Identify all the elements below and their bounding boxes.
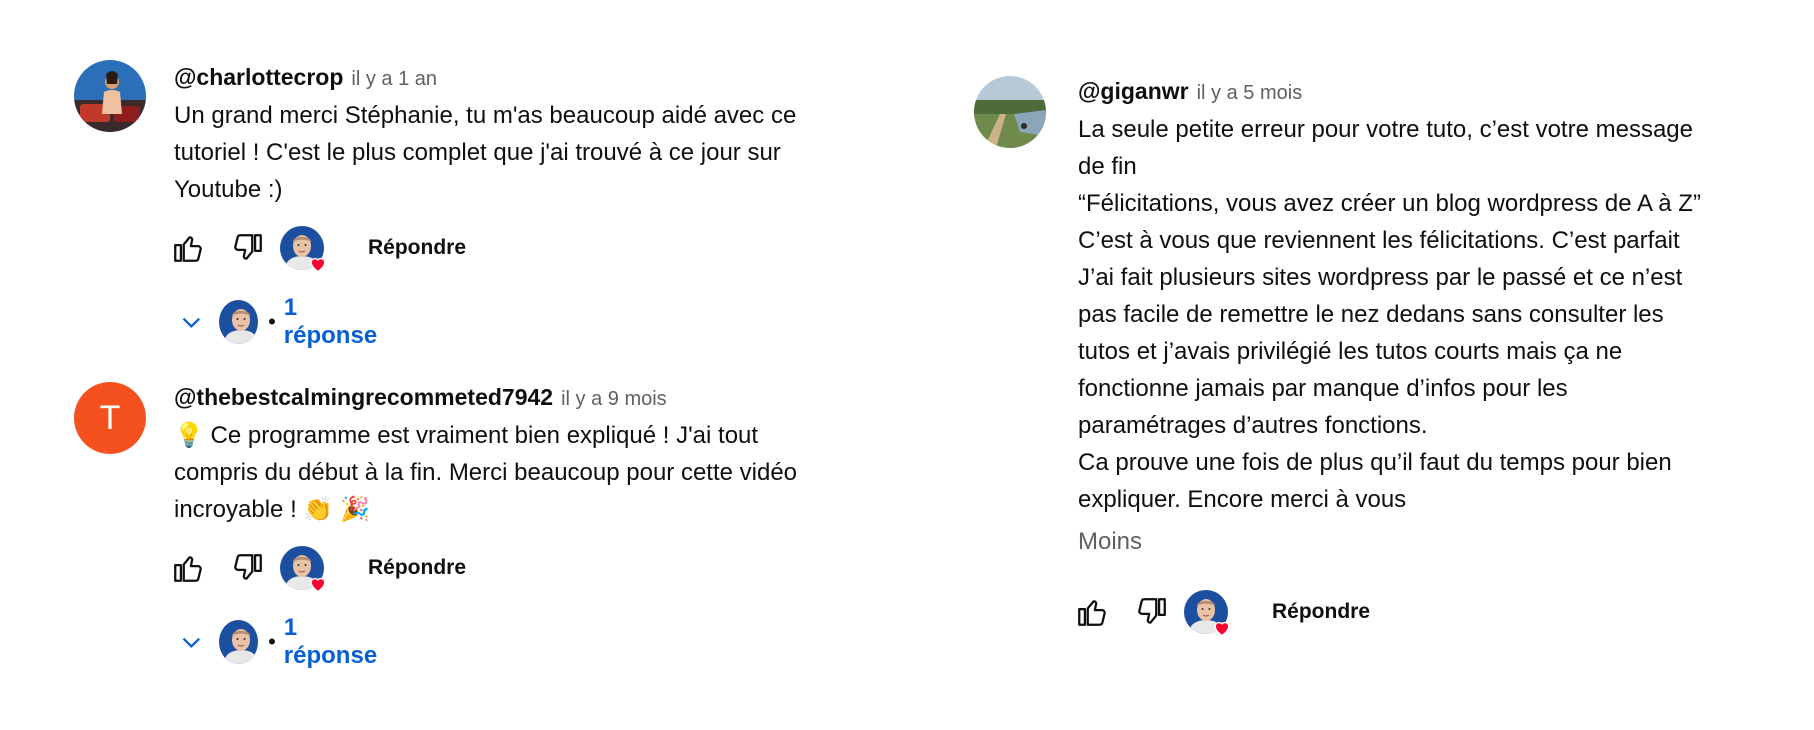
reply-button[interactable]: Répondre [368, 236, 466, 260]
show-less-button[interactable]: Moins [1078, 528, 1798, 556]
thumb-up-icon [171, 231, 205, 265]
comment-text-line: Un grand merci Stéphanie, tu m'as beauco… [174, 102, 797, 129]
comment-text-line: Youtube :) [174, 176, 283, 203]
thumb-up-icon [171, 551, 205, 585]
thumb-down-icon [1135, 595, 1169, 629]
reply-count: 1 réponse [283, 294, 378, 349]
creator-heart-badge[interactable] [280, 226, 324, 270]
like-button[interactable] [1070, 590, 1114, 634]
comment-text-line: “Félicitations, vous avez créer un blog … [1078, 190, 1701, 217]
comment-text-line: 💡 Ce programme est vraiment bien expliqu… [174, 422, 759, 449]
comment-actions: Répondre [166, 546, 466, 590]
comment-text-line: La seule petite erreur pour votre tuto, … [1078, 116, 1693, 143]
like-button[interactable] [166, 226, 210, 270]
thumb-up-icon [1075, 595, 1109, 629]
reply-count: 1 réponse [283, 614, 378, 669]
creator-avatar-icon [219, 300, 258, 344]
comment-text: Un grand merci Stéphanie, tu m'as beauco… [174, 97, 854, 208]
creator-heart-badge[interactable] [280, 546, 324, 590]
comment-text: La seule petite erreur pour votre tuto, … [1078, 111, 1798, 518]
comment-text-line: tutoriel ! C'est le plus complet que j'a… [174, 139, 781, 166]
comment-actions: Répondre [1070, 590, 1370, 634]
comment-text-line: fonctionne jamais par manque d’infos pou… [1078, 375, 1568, 402]
chevron-down-icon [178, 627, 205, 657]
dislike-button[interactable] [1130, 590, 1174, 634]
heart-icon [308, 254, 328, 274]
comment-text-line: C’est à vous que reviennent les félicita… [1078, 227, 1680, 254]
comment-text-line: Ca prouve une fois de plus qu’il faut du… [1078, 449, 1672, 476]
comment-text-line: pas facile de remettre le nez dedans san… [1078, 301, 1664, 328]
view-replies-button[interactable]: • 1 réponse [178, 614, 385, 670]
comment-text-line: incroyable ! 👏 🎉 [174, 496, 370, 523]
view-replies-button[interactable]: • 1 réponse [178, 294, 385, 350]
avatar[interactable] [74, 60, 146, 132]
reply-button[interactable]: Répondre [368, 556, 466, 580]
user-photo-icon [74, 60, 146, 132]
landscape-photo-icon [974, 76, 1046, 148]
comment-actions: Répondre [166, 226, 466, 270]
creator-heart-badge[interactable] [1184, 590, 1228, 634]
reply-button[interactable]: Répondre [1272, 600, 1370, 624]
thumb-down-icon [231, 231, 265, 265]
comment-text-line: J’ai fait plusieurs sites wordpress par … [1078, 264, 1683, 291]
dislike-button[interactable] [226, 226, 270, 270]
comment-text-line: expliquer. Encore merci à vous [1078, 486, 1407, 513]
comment-author[interactable]: @thebestcalmingrecommeted7942 [174, 384, 553, 411]
comment-author[interactable]: @giganwr [1078, 78, 1189, 105]
comment-text: 💡 Ce programme est vraiment bien expliqu… [174, 417, 854, 528]
thumb-down-icon [231, 551, 265, 585]
comment-timestamp[interactable]: il y a 1 an [351, 68, 437, 91]
heart-icon [1212, 618, 1232, 638]
like-button[interactable] [166, 546, 210, 590]
comment-author[interactable]: @charlottecrop [174, 64, 343, 91]
comment-text-line: de fin [1078, 153, 1137, 180]
creator-avatar-icon [219, 620, 258, 664]
avatar[interactable]: T [74, 382, 146, 454]
heart-icon [308, 574, 328, 594]
comment-timestamp[interactable]: il y a 9 mois [561, 388, 667, 411]
avatar-letter: T [99, 398, 121, 437]
comment-text-line: paramétrages d’autres fonctions. [1078, 412, 1428, 439]
dislike-button[interactable] [226, 546, 270, 590]
comment-text-line: compris du début à la fin. Merci beaucou… [174, 459, 798, 486]
chevron-down-icon [178, 307, 205, 337]
avatar[interactable] [974, 76, 1046, 148]
comment-text-line: tutos et j’avais privilégié les tutos co… [1078, 338, 1623, 365]
comment-timestamp[interactable]: il y a 5 mois [1197, 82, 1303, 105]
